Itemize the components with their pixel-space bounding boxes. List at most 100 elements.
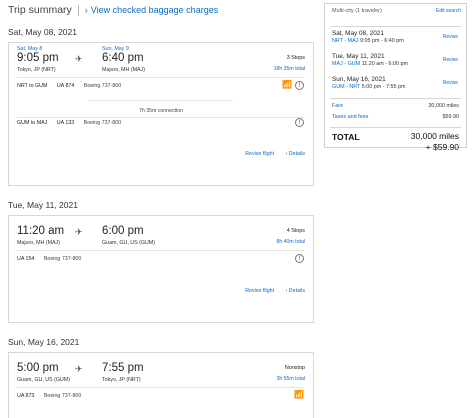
- leg-codes: NRT - MAJ: [332, 38, 359, 44]
- revise-flight-link[interactable]: Revise flight: [245, 151, 274, 157]
- baggage-charges-link[interactable]: › View checked baggage charges: [85, 5, 218, 15]
- flight-card: 11:20 am Majuro, MH (MAJ) ✈ 6:00 pm Guam…: [8, 215, 314, 323]
- flight-number: UA 133: [56, 120, 75, 126]
- airplane-icon: ✈: [75, 54, 83, 64]
- divider: [330, 26, 461, 27]
- total-duration: 3h 55m total: [276, 376, 305, 382]
- details-link[interactable]: › Details: [286, 151, 305, 157]
- aircraft-type: Boeing 737-800: [43, 393, 82, 399]
- fare-row: Fare 30,000 miles: [332, 103, 459, 109]
- arrival-city: Tokyo, JP (NRT): [102, 377, 141, 383]
- departure-time: 5:00 pm: [17, 362, 59, 374]
- fare-value: 30,000 miles: [428, 103, 459, 109]
- day-heading: Sat, May 08, 2021: [8, 27, 77, 37]
- aircraft-type: Boeing 737-800: [43, 256, 82, 262]
- total-label: TOTAL: [332, 132, 360, 142]
- info-icon[interactable]: !: [295, 81, 304, 90]
- info-icon[interactable]: !: [295, 118, 304, 127]
- divider: [17, 250, 305, 251]
- arrival-city: Guam, GU, US (GUM): [102, 240, 155, 246]
- airplane-icon: ✈: [75, 227, 83, 237]
- arrival-time: 7:55 pm: [102, 362, 144, 374]
- divider: [330, 127, 461, 128]
- page-title: Trip summary: [8, 4, 72, 16]
- flight-number: UA 874: [56, 83, 75, 89]
- leg-date: Tue, May 11, 2021: [332, 53, 385, 60]
- departure-city: Majuro, MH (MAJ): [17, 240, 60, 246]
- day-heading: Tue, May 11, 2021: [8, 200, 78, 210]
- flight-number: UA 873: [17, 393, 35, 399]
- trip-type: Multi-city (1 traveler): [332, 8, 382, 14]
- total-duration: 18h 35m total: [273, 66, 305, 72]
- segment-row: NRT to GUM UA 874 Boeing 737-800: [17, 83, 121, 89]
- aircraft-type: Boeing 737-800: [83, 120, 122, 126]
- leg-codes: MAJ - GUM: [332, 61, 361, 67]
- trip-summary-header: Trip summary › View checked baggage char…: [8, 3, 218, 17]
- wifi-icon: 📶: [282, 80, 292, 89]
- airplane-icon: ✈: [75, 364, 83, 374]
- leg-route: GUM - NRT 5:00 pm - 7:55 pm: [332, 84, 406, 90]
- price-summary-panel: Multi-city (1 traveler) Edit search Sat,…: [324, 3, 467, 152]
- details-label: Details: [288, 288, 305, 294]
- segment-row: UA 873 Boeing 737-800: [17, 393, 81, 399]
- departure-city: Tokyo, JP (NRT): [17, 67, 56, 73]
- leg-codes: GUM - NRT: [332, 84, 361, 90]
- divider: [330, 98, 461, 99]
- baggage-charges-label: View checked baggage charges: [90, 5, 219, 15]
- summary-leg: Sun, May 16, 2021 GUM - NRT 5:00 pm - 7:…: [332, 76, 406, 90]
- chevron-right-icon: ›: [84, 5, 88, 15]
- details-link[interactable]: › Details: [286, 288, 305, 294]
- segment-row: UA 154 Boeing 737-800: [17, 256, 81, 262]
- details-label: Details: [288, 151, 305, 157]
- arrival-time: 6:40 pm: [102, 52, 144, 64]
- departure-time: 11:20 am: [17, 225, 65, 237]
- leg-route: NRT - MAJ 9:05 pm - 6:40 pm: [332, 38, 404, 44]
- leg-times: 11:20 am - 6:00 pm: [361, 61, 408, 67]
- header-divider: [77, 4, 79, 16]
- total-value: 30,000 miles + $59.90: [411, 131, 459, 153]
- arrival-time: 6:00 pm: [102, 225, 144, 237]
- taxes-value: $59.90: [442, 114, 460, 120]
- total-duration: 8h 40m total: [276, 239, 305, 245]
- connection-time: 7h 35m connection: [139, 108, 183, 114]
- edit-search-link[interactable]: Edit search: [436, 8, 461, 14]
- leg-times: 9:05 pm - 6:40 pm: [359, 38, 404, 44]
- flight-number: UA 154: [17, 256, 35, 262]
- summary-leg: Tue, May 11, 2021 MAJ - GUM 11:20 am - 6…: [332, 53, 408, 67]
- stops-count: Nonstop: [284, 365, 305, 371]
- departure-city: Guam, GU, US (GUM): [17, 377, 70, 383]
- flight-card: 5:00 pm Guam, GU, US (GUM) ✈ 7:55 pm Tok…: [8, 352, 314, 418]
- segment-route: NRT to GUM: [17, 83, 48, 89]
- summary-leg: Sat, May 08, 2021 NRT - MAJ 9:05 pm - 6:…: [332, 30, 404, 44]
- divider: [17, 117, 305, 118]
- divider: [17, 77, 305, 78]
- fare-label[interactable]: Fare: [332, 103, 343, 109]
- stops-count: 3 Stops: [286, 55, 305, 61]
- revise-link[interactable]: Revise: [443, 34, 458, 40]
- aircraft-type: Boeing 737-800: [83, 83, 122, 89]
- taxes-row: Taxes and fees $59.90: [332, 114, 459, 120]
- revise-flight-link[interactable]: Revise flight: [245, 288, 274, 294]
- total-cash: + $59.90: [425, 142, 459, 152]
- divider: [89, 100, 233, 101]
- flight-card: Sat, May 8 9:05 pm Tokyo, JP (NRT) ✈ Sun…: [8, 42, 314, 186]
- segment-route: GUM to MAJ: [17, 120, 48, 126]
- revise-link[interactable]: Revise: [443, 80, 458, 86]
- info-icon[interactable]: !: [295, 254, 304, 263]
- leg-date: Sat, May 08, 2021: [332, 30, 384, 37]
- arrival-city: Majuro, MH (MAJ): [102, 67, 145, 73]
- leg-times: 5:00 pm - 7:55 pm: [361, 84, 406, 90]
- taxes-label[interactable]: Taxes and fees: [332, 114, 368, 120]
- card-actions: Revise flight › Details: [245, 288, 305, 294]
- wifi-icon: 📶: [294, 390, 304, 399]
- revise-link[interactable]: Revise: [443, 57, 458, 63]
- divider: [17, 387, 305, 388]
- departure-time: 9:05 pm: [17, 52, 59, 64]
- leg-date: Sun, May 16, 2021: [332, 76, 386, 83]
- segment-row: GUM to MAJ UA 133 Boeing 737-800: [17, 120, 121, 126]
- card-actions: Revise flight › Details: [245, 151, 305, 157]
- leg-route: MAJ - GUM 11:20 am - 6:00 pm: [332, 61, 408, 67]
- total-miles: 30,000 miles: [410, 131, 459, 141]
- stops-count: 4 Stops: [286, 228, 305, 234]
- day-heading: Sun, May 16, 2021: [8, 337, 80, 347]
